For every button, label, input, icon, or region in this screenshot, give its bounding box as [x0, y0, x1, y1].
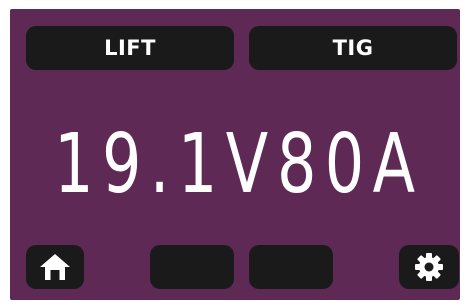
settings-button[interactable]	[399, 245, 459, 289]
lift-mode-label: LIFT	[104, 36, 156, 60]
tig-mode-label: TIG	[332, 36, 374, 60]
current-readout: 80A	[277, 117, 424, 212]
lift-mode-button[interactable]: LIFT	[26, 26, 234, 70]
home-button[interactable]	[26, 245, 84, 289]
display-screen: LIFT TIG 19.1V 80A	[10, 9, 460, 300]
gear-icon	[413, 251, 445, 283]
tig-mode-button[interactable]: TIG	[249, 26, 457, 70]
voltage-readout: 19.1V	[53, 117, 276, 212]
home-icon	[38, 252, 72, 282]
output-readout: 19.1V 80A	[10, 117, 460, 213]
blank-button-right[interactable]	[249, 245, 333, 289]
blank-button-left[interactable]	[150, 245, 234, 289]
